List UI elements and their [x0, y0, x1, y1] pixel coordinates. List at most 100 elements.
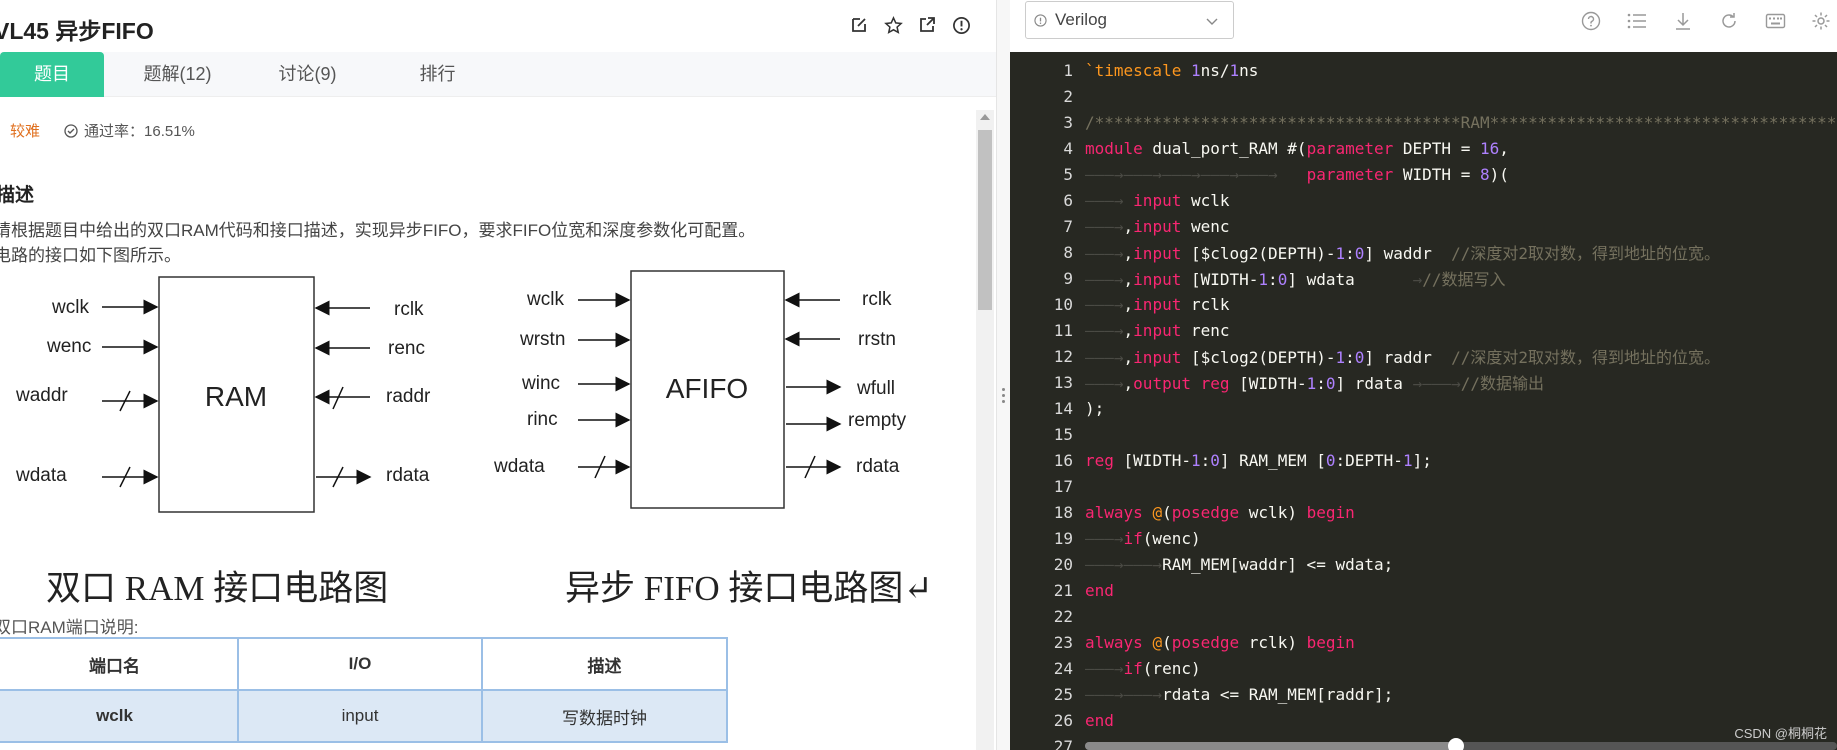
- check-circle-icon: [64, 123, 78, 138]
- port-table: 端口名 I/O 描述 wclk input 写数据时钟: [0, 637, 728, 743]
- list-icon[interactable]: [1626, 10, 1648, 32]
- line-number: 6: [1063, 190, 1073, 210]
- ram-port-raddr: raddr: [386, 386, 431, 407]
- line-number: 3: [1063, 112, 1073, 132]
- pass-rate-text: 通过率：16.51%: [84, 123, 195, 140]
- afifo-block-label: AFIFO: [666, 373, 748, 404]
- help-icon[interactable]: [1580, 10, 1602, 32]
- code-line: 15: [1010, 421, 1837, 447]
- star-icon[interactable]: [883, 15, 903, 35]
- code-editor[interactable]: 1 `timescale 1ns/1ns 2 3/****************…: [1010, 52, 1837, 750]
- editor-hscrollbar-knob[interactable]: [1448, 738, 1464, 750]
- share-icon[interactable]: [917, 15, 937, 35]
- ram-bus-mark-raddr: [332, 386, 344, 410]
- ram-block-label: RAM: [205, 381, 267, 412]
- table-row: wclk input 写数据时钟: [0, 689, 728, 743]
- refresh-icon[interactable]: [1718, 10, 1740, 32]
- description-line: 请根据题目中给出的双口RAM代码和接口描述，实现异步FIFO，要求FIFO位宽和…: [0, 221, 756, 240]
- editor-hscrollbar[interactable]: [1085, 738, 1837, 750]
- afifo-port-rrstn: rrstn: [858, 329, 896, 350]
- code-line: 7 ———→,input wenc: [1010, 213, 1837, 239]
- ram-port-rclk: rclk: [394, 299, 424, 320]
- tab-solutions[interactable]: 题解(12): [130, 52, 225, 97]
- keyboard-icon[interactable]: [1764, 10, 1786, 32]
- ram-port-renc: renc: [388, 338, 425, 359]
- info-icon: [1034, 13, 1047, 27]
- description-text: 请根据题目中给出的双口RAM代码和接口描述，实现异步FIFO，要求FIFO位宽和…: [0, 218, 755, 268]
- code-line: 17: [1010, 473, 1837, 499]
- code-line: 21 end: [1010, 577, 1837, 603]
- problem-scrollbar[interactable]: [976, 110, 994, 750]
- info-icon[interactable]: [951, 15, 971, 35]
- line-number: 23: [1053, 632, 1073, 652]
- code-line: 5 ———→———→———→———→———→ parameter WIDTH = …: [1010, 161, 1837, 187]
- port-note: 双口RAM端口说明:: [0, 618, 139, 637]
- difficulty-badge: 较难: [10, 123, 41, 140]
- tab-ranking[interactable]: 排行: [400, 52, 475, 97]
- code-line: 1 `timescale 1ns/1ns: [1010, 57, 1837, 83]
- afifo-port-wfull: wfull: [856, 378, 895, 399]
- code-line: 2: [1010, 83, 1837, 109]
- title-actions: [849, 15, 971, 35]
- line-number: 10: [1053, 294, 1073, 314]
- line-number: 11: [1053, 320, 1073, 340]
- problem-tabs: 题目 题解(12) 讨论(9) 排行: [0, 52, 996, 97]
- editor-hscrollbar-thumb[interactable]: [1085, 742, 1460, 750]
- line-number: 9: [1063, 268, 1073, 288]
- line-number: 20: [1053, 554, 1073, 574]
- afifo-port-rempty: rempty: [848, 410, 907, 431]
- line-number: 14: [1053, 398, 1073, 418]
- problem-panel: VL45 异步FIFO 题目 题解(12) 讨论(9) 排行 较难 通过率：16…: [0, 0, 996, 750]
- afifo-port-winc: winc: [521, 373, 560, 394]
- code-line: 23 always @(posedge rclk) begin: [1010, 629, 1837, 655]
- drag-handle-icon[interactable]: [1002, 388, 1006, 403]
- code-line: 26 end: [1010, 707, 1837, 733]
- ram-port-wclk: wclk: [51, 297, 89, 318]
- ram-port-waddr: waddr: [15, 385, 68, 406]
- line-number: 13: [1053, 372, 1073, 392]
- afifo-port-rinc: rinc: [527, 409, 558, 430]
- edit-icon[interactable]: [849, 15, 869, 35]
- panel-splitter[interactable]: [996, 0, 1010, 750]
- port-table-cell: 写数据时钟: [481, 689, 728, 743]
- port-table-cell: input: [237, 689, 483, 743]
- afifo-port-wdata: wdata: [493, 456, 545, 477]
- download-icon[interactable]: [1672, 10, 1694, 32]
- settings-icon[interactable]: [1810, 10, 1832, 32]
- code-line: 20 ———→———→RAM_MEM[waddr] <= wdata;: [1010, 551, 1837, 577]
- line-number: 17: [1053, 476, 1073, 496]
- line-number: 16: [1053, 450, 1073, 470]
- language-select[interactable]: Verilog: [1025, 1, 1234, 39]
- code-line: 12 ———→,input [$clog2(DEPTH)-1:0] raddr /…: [1010, 343, 1837, 369]
- code-line: 9 ———→,input [WIDTH-1:0] wdata →//数据写入: [1010, 265, 1837, 291]
- code-line: 10 ———→,input rclk: [1010, 291, 1837, 317]
- afifo-port-wrstn: wrstn: [519, 329, 565, 350]
- code-line: 4 module dual_port_RAM #(parameter DEPTH …: [1010, 135, 1837, 161]
- afifo-port-wclk: wclk: [526, 289, 564, 310]
- tab-discussion[interactable]: 讨论(9): [265, 52, 350, 97]
- afifo-port-rdata: rdata: [856, 456, 900, 477]
- tab-problem[interactable]: 题目: [0, 52, 104, 97]
- port-table-header: 端口名 I/O 描述: [0, 637, 728, 691]
- scroll-up-icon[interactable]: [980, 114, 990, 120]
- port-table-cell: wclk: [0, 689, 239, 743]
- code-line: 3/**************************************…: [1010, 109, 1837, 135]
- ram-diagram-caption: 双口 RAM 接口电路图: [46, 569, 389, 608]
- code-line: 14);: [1010, 395, 1837, 421]
- editor-actions: [1580, 10, 1832, 32]
- description-heading: 描述: [0, 185, 35, 206]
- code-line: 13 ———→,output reg [WIDTH-1:0] rdata →———…: [1010, 369, 1837, 395]
- chevron-down-icon: [1206, 18, 1218, 25]
- ram-port-rdata: rdata: [386, 465, 430, 486]
- problem-scrollbar-thumb[interactable]: [978, 130, 992, 310]
- line-number: 22: [1053, 606, 1073, 626]
- fifo-diagram-caption: 异步 FIFO 接口电路图↵: [565, 569, 933, 608]
- line-number: 24: [1053, 658, 1073, 678]
- line-number: 7: [1063, 216, 1073, 236]
- code-line: 16 reg [WIDTH-1:0] RAM_MEM [0:DEPTH-1];: [1010, 447, 1837, 473]
- code-line: 24 ———→if(renc): [1010, 655, 1837, 681]
- line-number: 18: [1053, 502, 1073, 522]
- code-line: 19 ———→if(wenc): [1010, 525, 1837, 551]
- problem-meta: 较难 通过率：16.51%: [0, 120, 195, 141]
- line-number: 21: [1053, 580, 1073, 600]
